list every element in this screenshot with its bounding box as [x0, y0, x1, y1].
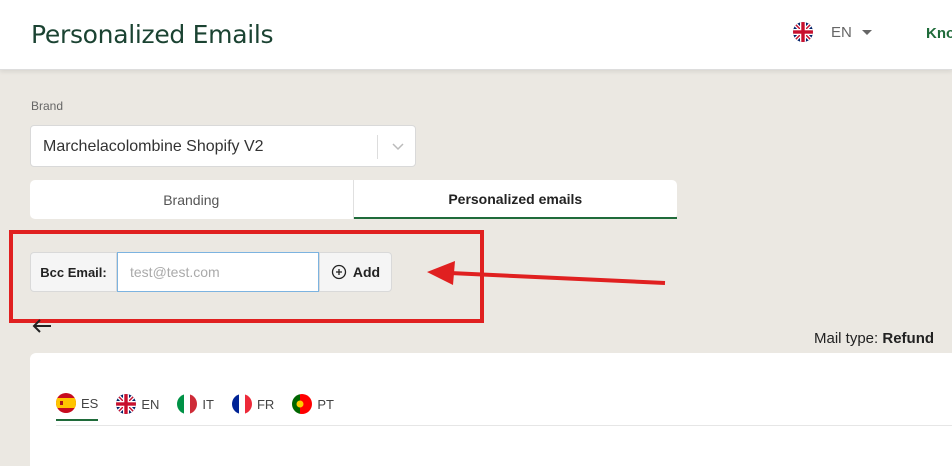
brand-label: Brand [31, 99, 64, 113]
mail-type-prefix: Mail type: [814, 330, 883, 347]
mail-type-label: Mail type: Refund [814, 330, 934, 347]
lang-tab-label: FR [256, 396, 275, 412]
lang-tab-en[interactable]: EN [116, 387, 159, 421]
plus-circle-icon [331, 264, 347, 280]
brand-select[interactable]: Marchelacolombine Shopify V2 [30, 125, 416, 167]
bcc-email-group: Bcc Email: Add [30, 252, 392, 292]
tab-branding[interactable]: Branding [30, 180, 354, 219]
select-separator [377, 135, 378, 159]
mail-type-value: Refund [882, 330, 935, 347]
uk-flag-icon [793, 22, 813, 42]
user-menu[interactable]: Kno [926, 25, 952, 42]
italy-flag-icon [177, 394, 198, 414]
lang-tab-pt[interactable]: PT [292, 387, 334, 421]
france-flag-icon [231, 394, 252, 414]
lang-tab-es[interactable]: ES [56, 387, 99, 421]
language-tabs-divider [56, 425, 952, 426]
chevron-down-icon [392, 143, 404, 151]
lang-tab-label: PT [317, 396, 334, 412]
bcc-email-label: Bcc Email: [30, 252, 117, 292]
lang-tab-label: IT [202, 396, 214, 412]
spain-flag-icon [56, 393, 76, 413]
portugal-flag-icon [292, 394, 313, 414]
annotation-arrow [427, 261, 666, 285]
uk-flag-icon [116, 394, 137, 414]
lang-tab-fr[interactable]: FR [231, 387, 275, 421]
page-title: Personalized Emails [31, 20, 274, 49]
app-header: Personalized Emails EN Kno [0, 0, 952, 70]
add-bcc-button[interactable]: Add [319, 252, 392, 292]
settings-tabs: Branding Personalized emails [30, 180, 677, 219]
caret-down-icon [861, 29, 872, 35]
tab-personalized-emails[interactable]: Personalized emails [353, 180, 677, 219]
lang-tab-it[interactable]: IT [177, 387, 214, 421]
lang-tab-label: ES [81, 395, 99, 411]
brand-select-value: Marchelacolombine Shopify V2 [43, 138, 264, 155]
bcc-email-input[interactable] [117, 252, 319, 292]
language-tabs: ES EN IT FR PT [56, 387, 352, 421]
language-selector[interactable]: EN [793, 22, 872, 42]
back-arrow-icon[interactable] [31, 317, 53, 335]
lang-tab-label: EN [141, 396, 160, 412]
email-editor-card: ES EN IT FR PT [30, 353, 952, 466]
language-code: EN [831, 23, 852, 41]
add-button-label: Add [352, 264, 381, 280]
